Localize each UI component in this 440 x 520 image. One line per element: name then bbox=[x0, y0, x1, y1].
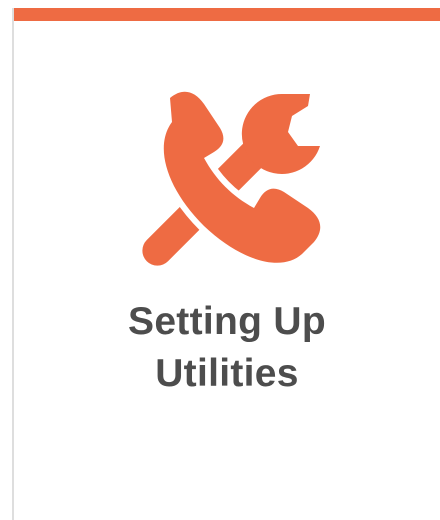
card-accent-bar bbox=[14, 8, 440, 21]
utilities-card[interactable]: Setting Up Utilities bbox=[12, 8, 440, 520]
card-title: Setting Up Utilities bbox=[14, 296, 440, 400]
card-title-line-1: Setting Up bbox=[128, 300, 326, 343]
card-title-line-2: Utilities bbox=[155, 352, 299, 395]
phone-and-wrench-icon bbox=[132, 76, 332, 276]
